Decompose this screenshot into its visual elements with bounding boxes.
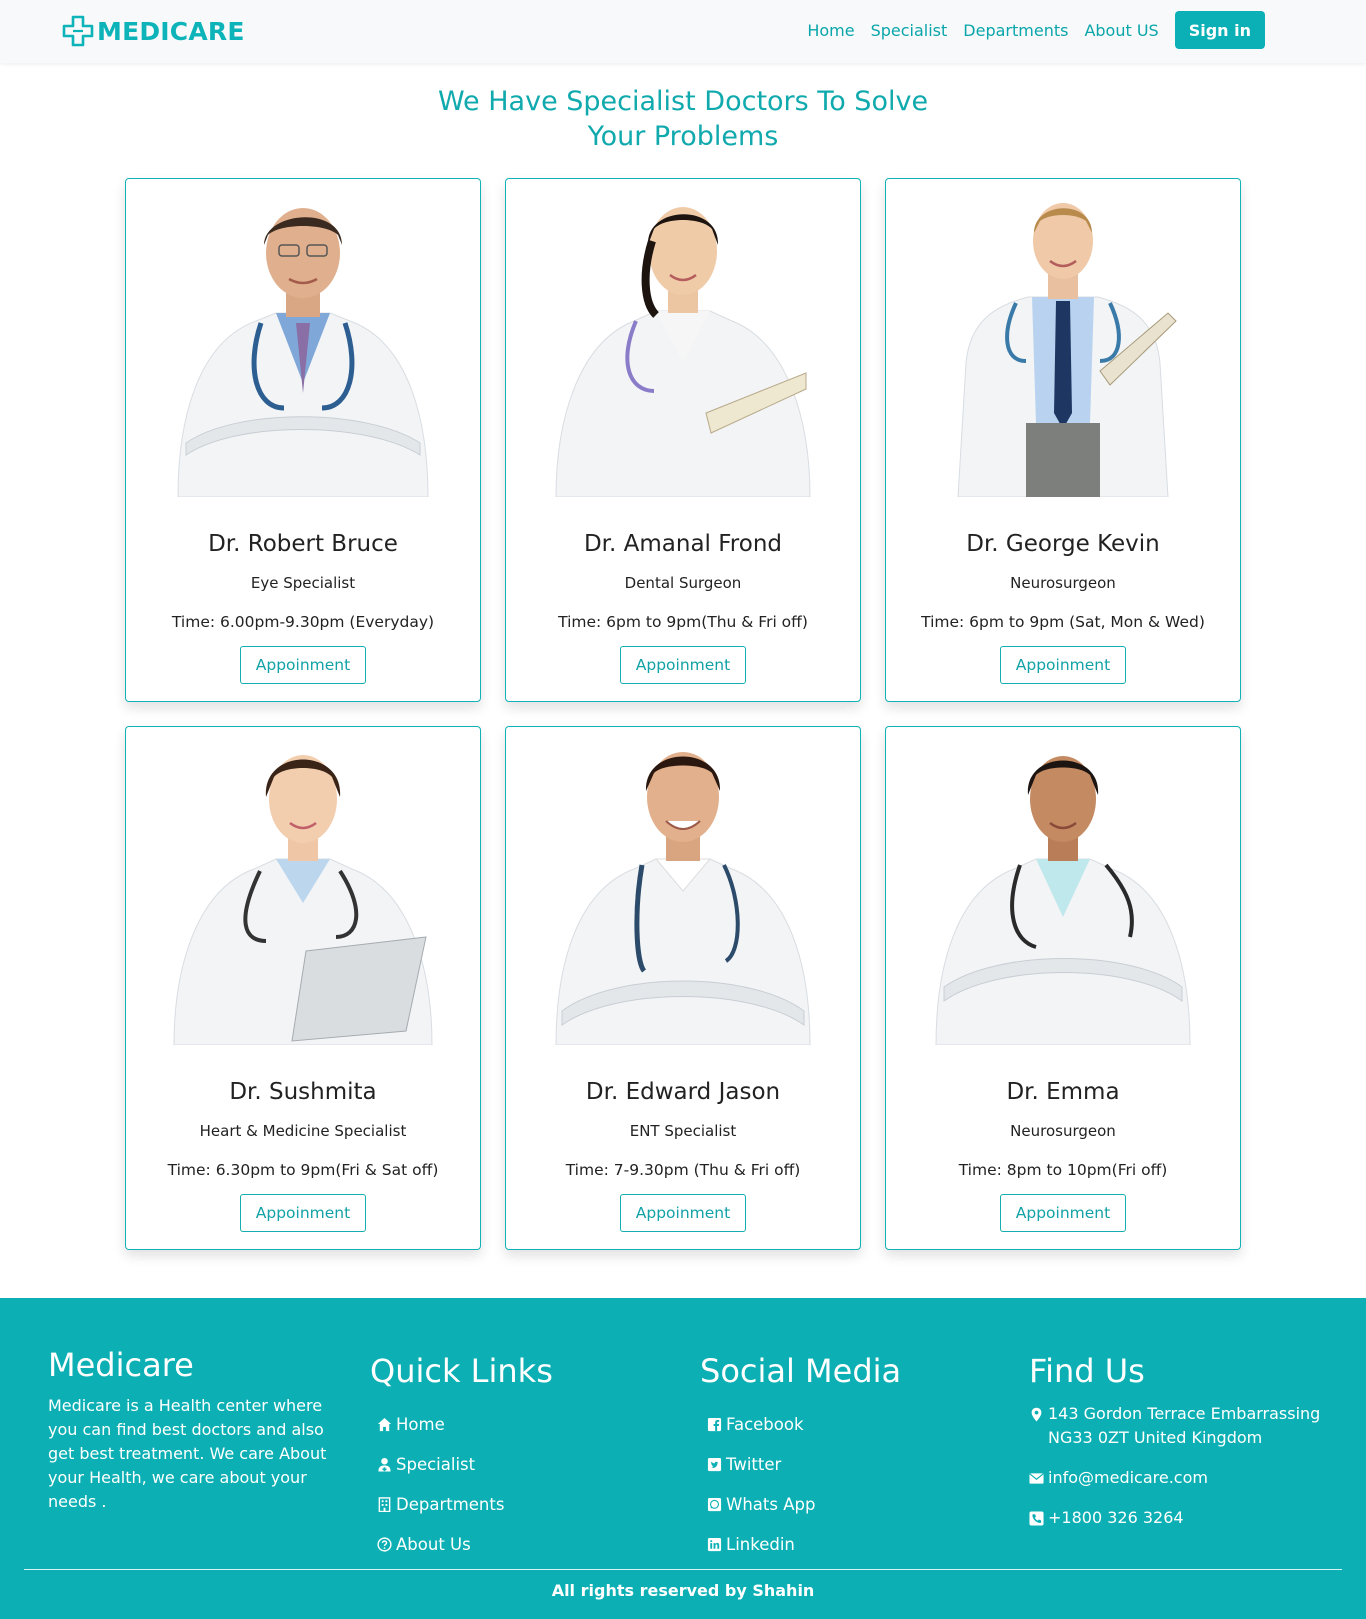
- nav-menu: Home Specialist Departments About US Sig…: [807, 11, 1265, 49]
- doctor-schedule: Time: 7-9.30pm (Thu & Fri off): [565, 1161, 801, 1179]
- footer-link-label: Twitter: [726, 1454, 782, 1474]
- footer-about-text: Medicare is a Health center where you ca…: [48, 1396, 327, 1511]
- doctor-specialty: Neurosurgeon: [1010, 574, 1116, 592]
- doctor-name: Dr. George Kevin: [966, 531, 1160, 557]
- footer-phone-text: +1800 326 3264: [1048, 1508, 1184, 1527]
- envelope-icon: [1029, 1473, 1044, 1484]
- doctor-specialty: Heart & Medicine Specialist: [199, 1122, 407, 1140]
- doctor-schedule: Time: 6pm to 9pm (Sat, Mon & Wed): [921, 613, 1205, 631]
- facebook-icon: [707, 1417, 722, 1431]
- page-title-line-1: We Have Specialist Doctors To Solve: [437, 86, 929, 117]
- doctor-photo: [957, 203, 1177, 497]
- whatsapp-icon: [707, 1497, 722, 1511]
- doctor-name: Dr. Robert Bruce: [208, 531, 398, 557]
- building-icon: [378, 1496, 391, 1512]
- doctor-name: Dr. Edward Jason: [585, 1079, 781, 1105]
- footer-email[interactable]: info@medicare.com: [1029, 1466, 1338, 1490]
- footer-link-label: Whats App: [726, 1494, 816, 1514]
- footer-about-title: Medicare: [48, 1346, 194, 1384]
- nav-link-home[interactable]: Home: [807, 21, 854, 40]
- footer-link-label: Home: [396, 1414, 445, 1434]
- footer-about: Medicare Medicare is a Health center whe…: [48, 1346, 338, 1514]
- appointment-button[interactable]: Appoinment: [240, 1194, 366, 1232]
- linkedin-icon: [707, 1537, 722, 1551]
- footer-link-home[interactable]: Home: [377, 1404, 553, 1444]
- footer-copyright: All rights reserved by Shahin: [551, 1581, 815, 1600]
- doctor-specialty: Dental Surgeon: [624, 574, 742, 592]
- question-circle-icon: [377, 1536, 392, 1552]
- footer-link-about[interactable]: About Us: [377, 1524, 553, 1564]
- footer-link-label: Specialist: [396, 1454, 476, 1474]
- footer-social-title: Social Media: [700, 1352, 902, 1390]
- footer-link-label: Departments: [396, 1494, 505, 1514]
- footer-link-label: Linkedin: [726, 1534, 795, 1554]
- footer: Medicare Medicare is a Health center whe…: [0, 1298, 1366, 1619]
- page-title-line-2: Your Problems: [587, 121, 779, 152]
- doctor-schedule: Time: 6.00pm-9.30pm (Everyday): [171, 613, 435, 631]
- appointment-button[interactable]: Appoinment: [1000, 1194, 1126, 1232]
- footer-link-facebook[interactable]: Facebook: [707, 1404, 901, 1444]
- footer-address-text: 143 Gordon Terrace Embarrassing NG33 0ZT…: [1048, 1404, 1321, 1447]
- medical-cross-icon: [62, 15, 94, 47]
- doctor-photo: [555, 207, 811, 497]
- footer-quick-links: Quick Links Home Specialist Departments …: [370, 1352, 553, 1564]
- footer-email-text: info@medicare.com: [1048, 1468, 1208, 1487]
- footer-quick-links-title: Quick Links: [370, 1352, 553, 1390]
- page-title: We Have Specialist Doctors To Solve Your…: [0, 84, 1366, 154]
- footer-link-whatsapp[interactable]: Whats App: [707, 1484, 901, 1524]
- doctor-card: Dr. Sushmita Heart & Medicine Specialist…: [125, 726, 481, 1250]
- footer-find-us: Find Us 143 Gordon Terrace Embarrassing …: [1029, 1352, 1338, 1546]
- nav-link-about[interactable]: About US: [1084, 21, 1158, 40]
- footer-social-media: Social Media Facebook Twitter Whats App …: [700, 1352, 901, 1564]
- brand-name: MEDICARE: [97, 16, 245, 46]
- appointment-button[interactable]: Appoinment: [1000, 646, 1126, 684]
- sign-in-button[interactable]: Sign in: [1174, 11, 1265, 49]
- doctor-photo: [173, 755, 433, 1045]
- doctor-schedule: Time: 8pm to 10pm(Fri off): [958, 1161, 1168, 1179]
- footer-divider: [24, 1569, 1342, 1570]
- footer-address: 143 Gordon Terrace Embarrassing NG33 0ZT…: [1029, 1402, 1338, 1450]
- footer-link-label: About Us: [396, 1534, 471, 1554]
- doctor-schedule: Time: 6.30pm to 9pm(Fri & Sat off): [167, 1161, 439, 1179]
- doctor-card: Dr. Robert Bruce Eye Specialist Time: 6.…: [125, 178, 481, 702]
- doctor-specialty: Eye Specialist: [250, 574, 356, 592]
- doctor-card: Dr. Emma Neurosurgeon Time: 8pm to 10pm(…: [885, 726, 1241, 1250]
- footer-link-specialist[interactable]: Specialist: [377, 1444, 553, 1484]
- footer-link-departments[interactable]: Departments: [377, 1484, 553, 1524]
- doctor-card: Dr. Edward Jason ENT Specialist Time: 7-…: [505, 726, 861, 1250]
- nav-link-specialist[interactable]: Specialist: [871, 21, 948, 40]
- footer-find-title: Find Us: [1029, 1352, 1145, 1390]
- footer-phone[interactable]: +1800 326 3264: [1029, 1506, 1338, 1530]
- doctor-name: Dr. Emma: [1006, 1079, 1120, 1105]
- appointment-button[interactable]: Appoinment: [620, 1194, 746, 1232]
- doctor-photo: [177, 208, 429, 497]
- map-marker-icon: [1031, 1407, 1042, 1422]
- doctor-photo: [555, 752, 811, 1045]
- doctor-schedule: Time: 6pm to 9pm(Thu & Fri off): [558, 613, 808, 631]
- appointment-button[interactable]: Appoinment: [620, 646, 746, 684]
- doctor-specialty: Neurosurgeon: [1010, 1122, 1116, 1140]
- footer-link-label: Facebook: [726, 1414, 804, 1434]
- doctor-name: Dr. Sushmita: [229, 1079, 377, 1105]
- doctor-specialty: ENT Specialist: [629, 1122, 737, 1140]
- brand-logo[interactable]: MEDICARE: [61, 15, 245, 47]
- phone-icon: [1029, 1511, 1044, 1526]
- doctor-card: Dr. George Kevin Neurosurgeon Time: 6pm …: [885, 178, 1241, 702]
- doctor-icon: [378, 1457, 391, 1472]
- navbar: MEDICARE Home Specialist Departments Abo…: [0, 0, 1366, 63]
- doctor-name: Dr. Amanal Frond: [583, 531, 783, 557]
- home-icon: [377, 1417, 392, 1431]
- doctor-photo: [935, 756, 1191, 1045]
- nav-link-departments[interactable]: Departments: [963, 21, 1068, 40]
- footer-link-linkedin[interactable]: Linkedin: [707, 1524, 901, 1564]
- twitter-icon: [707, 1457, 722, 1471]
- appointment-button[interactable]: Appoinment: [240, 646, 366, 684]
- footer-link-twitter[interactable]: Twitter: [707, 1444, 901, 1484]
- doctor-card: Dr. Amanal Frond Dental Surgeon Time: 6p…: [505, 178, 861, 702]
